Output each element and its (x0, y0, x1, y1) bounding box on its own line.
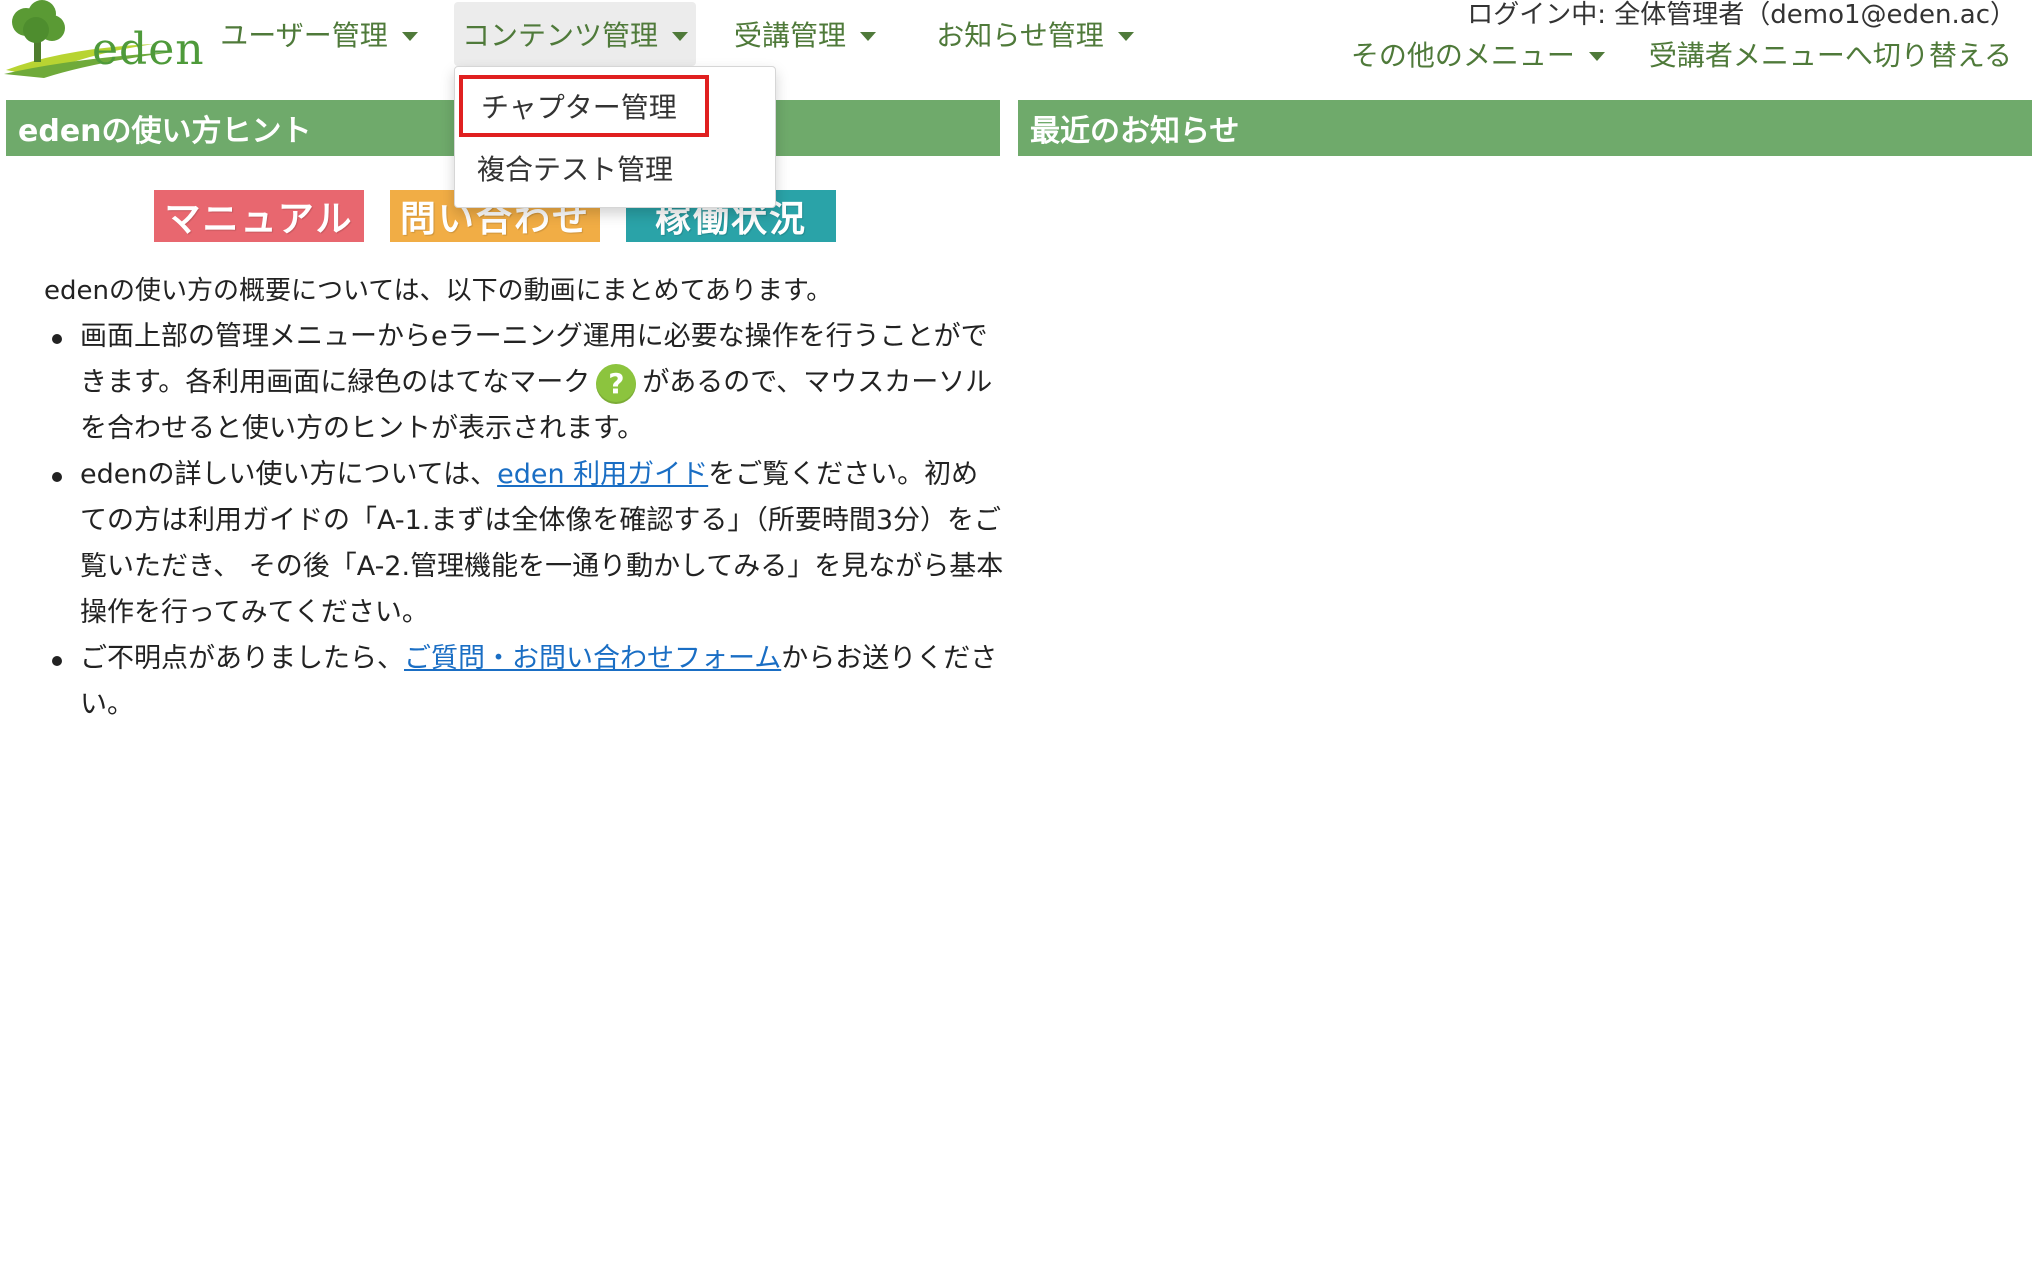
header-right-menu: その他のメニュー 受講者メニューへ切り替える (1351, 34, 2012, 74)
nav-notice-management[interactable]: お知らせ管理 (928, 2, 1142, 66)
hint-text: ご不明点がありましたら、 (80, 643, 404, 674)
inquiry-form-link[interactable]: ご質問・お問い合わせフォーム (404, 643, 781, 674)
menu-item-chapter-management[interactable]: チャプター管理 (459, 75, 709, 137)
recent-notices-title: 最近のお知らせ (1018, 100, 2032, 156)
intro-text: edenの使い方の概要については、以下の動画にまとめてあります。 (44, 276, 833, 306)
other-menu-dropdown[interactable]: その他のメニュー (1351, 34, 1605, 74)
nav-label: ユーザー管理 (220, 19, 388, 52)
caret-down-icon (1117, 31, 1134, 41)
nav-user-management[interactable]: ユーザー管理 (214, 2, 424, 66)
list-item: edenの詳しい使い方については、eden 利用ガイドをご覧ください。初めての方… (52, 452, 1004, 636)
eden-guide-link[interactable]: eden 利用ガイド (497, 459, 708, 490)
eden-logo[interactable]: eden (4, 0, 204, 78)
logo-text: eden (92, 24, 205, 75)
login-status: ログイン中: 全体管理者（demo1@eden.ac） (1467, 0, 2016, 30)
content-management-dropdown: チャプター管理 複合テスト管理 (454, 66, 776, 208)
caret-down-icon (860, 31, 876, 41)
other-menu-label: その他のメニュー (1350, 39, 1575, 72)
hints-list: 画面上部の管理メニューからeラーニング運用に必要な操作を行うことができます。各利… (44, 314, 1004, 728)
nav-course-management[interactable]: 受講管理 (724, 2, 886, 66)
nav-content-management[interactable]: コンテンツ管理 (454, 2, 696, 66)
hint-text: edenの詳しい使い方については、 (80, 459, 498, 490)
manual-banner[interactable]: マニュアル (154, 190, 364, 242)
nav-label: お知らせ管理 (936, 19, 1104, 52)
menu-item-composite-test-management[interactable]: 複合テスト管理 (459, 137, 709, 199)
caret-down-icon (672, 31, 688, 41)
question-mark-icon: ? (596, 363, 637, 404)
caret-down-icon (401, 31, 418, 41)
caret-down-icon (1588, 51, 1605, 61)
nav-label: コンテンツ管理 (461, 19, 658, 52)
switch-to-learner-link[interactable]: 受講者メニューへ切り替える (1649, 34, 2012, 74)
hints-content: edenの使い方の概要については、以下の動画にまとめてあります。 画面上部の管理… (44, 268, 1004, 728)
header: eden ユーザー管理 コンテンツ管理 受講管理 お知らせ管理 ログイン中: 全… (0, 0, 2034, 92)
list-item: ご不明点がありましたら、ご質問・お問い合わせフォームからお送りください。 (52, 636, 1004, 728)
nav-label: 受講管理 (733, 19, 846, 52)
list-item: 画面上部の管理メニューからeラーニング運用に必要な操作を行うことができます。各利… (52, 314, 1004, 452)
